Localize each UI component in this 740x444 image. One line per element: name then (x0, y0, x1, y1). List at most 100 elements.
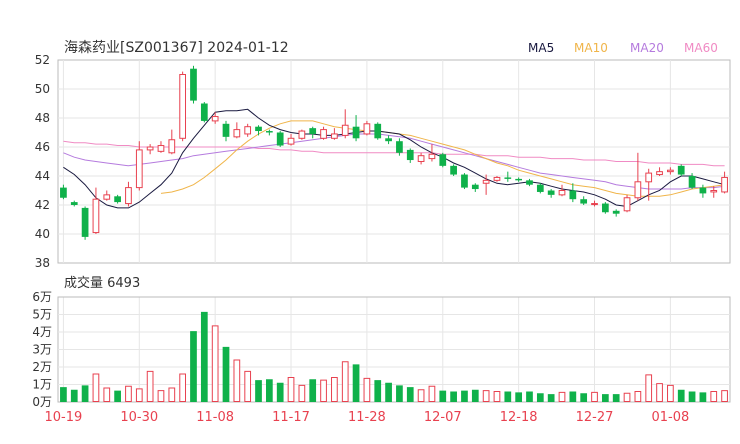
candle-body (363, 123, 371, 135)
candle-body (179, 74, 187, 139)
volume-bar (580, 393, 588, 402)
volume-bar (482, 390, 490, 402)
volume-bar (135, 388, 143, 402)
date-tick-label: 12-27 (576, 410, 614, 425)
price-tick-label: 50 (35, 82, 50, 96)
candle-body (515, 178, 523, 181)
volume-bar (168, 387, 176, 402)
volume-tick-label: 2万 (32, 360, 52, 374)
candle-body (688, 176, 696, 188)
volume-bar (699, 392, 707, 402)
volume-bar (363, 377, 371, 402)
date-tick-label: 12-07 (424, 410, 462, 425)
volume-bar (471, 389, 479, 402)
legend-ma20: MA20 (630, 41, 664, 55)
volume-bar (255, 380, 262, 402)
candle-body (721, 176, 728, 193)
volume-panel: 6万 5万 4万 3万 2万 1万 0万 (32, 290, 731, 409)
volume-bar (406, 387, 414, 402)
volume-tick-label: 3万 (32, 343, 52, 357)
candle-body (645, 172, 653, 183)
volume-bar (276, 382, 284, 402)
date-tick-label: 12-18 (500, 410, 538, 425)
candle-body (504, 177, 512, 179)
volume-bar (81, 385, 89, 402)
price-panel: 52 50 48 46 44 42 40 38 (35, 53, 731, 270)
date-axis: 10-19 10-30 11-08 11-17 11-28 12-07 12-18 12-27… (45, 410, 690, 425)
volume-bar (688, 391, 696, 402)
candle-body (200, 103, 208, 121)
candle-body (265, 131, 273, 133)
volume-tick-label: 1万 (32, 378, 52, 392)
volume-bar (591, 391, 598, 402)
candle-body (70, 202, 78, 205)
volume-bar (103, 387, 111, 402)
date-tick-label: 11-08 (196, 410, 234, 425)
volume-bar (396, 385, 403, 402)
volume-bar (244, 370, 252, 402)
volume-bar (721, 390, 728, 402)
candle-body (482, 179, 490, 184)
candle-body (287, 137, 295, 145)
volume-bar (656, 383, 663, 402)
volume-bar (569, 391, 577, 402)
candle-body (677, 165, 685, 175)
candle-body (667, 169, 674, 173)
candle-body (276, 132, 284, 146)
volume-bar (222, 346, 230, 402)
volume-bar (536, 393, 544, 402)
volume-bar (92, 373, 100, 402)
candle-body (168, 139, 176, 154)
price-tick-label: 40 (35, 227, 50, 241)
candle-body (634, 181, 642, 199)
candle-body (536, 184, 544, 192)
candle-body (222, 123, 230, 137)
date-tick-label: 11-17 (272, 410, 310, 425)
volume-bar (298, 384, 306, 402)
volume-tick-label: 0万 (32, 395, 52, 409)
volume-bar (612, 394, 620, 402)
volume-bar (60, 387, 67, 402)
date-tick-label: 10-19 (45, 410, 83, 425)
candle-body (591, 203, 598, 206)
price-tick-label: 42 (35, 198, 50, 212)
volume-tick-label: 6万 (32, 290, 52, 304)
candle-body (710, 190, 718, 193)
candle-body (601, 203, 609, 213)
volume-bar (461, 390, 468, 402)
candle-body (125, 187, 132, 205)
candle-body (92, 198, 100, 234)
volume-bar (211, 325, 219, 402)
volume-bar (634, 391, 642, 402)
volume-bar (710, 391, 718, 402)
candle-body (699, 187, 707, 194)
chart-canvas: 海森药业[SZ001367] 2024-01-12 MA5 MA10 MA20 … (32, 40, 731, 425)
legend-ma10: MA10 (574, 41, 608, 55)
volume-bar (547, 394, 555, 402)
volume-tick-label: 5万 (32, 308, 52, 322)
candle-body (309, 128, 317, 134)
volume-bar (233, 359, 241, 402)
volume-bar (515, 392, 523, 402)
candle-body (558, 190, 566, 196)
candle-body (526, 180, 533, 185)
candle-body (428, 153, 436, 160)
candle-body (146, 146, 154, 151)
chart-title: 海森药业[SZ001367] 2024-01-12 (64, 40, 289, 56)
candle-body (60, 187, 67, 198)
candle-body (612, 210, 620, 214)
candle-body (547, 190, 555, 195)
volume-tick-label: 4万 (32, 325, 52, 339)
volume-label: 成交量 6493 (64, 275, 140, 291)
candle-body (493, 176, 501, 181)
volume-bar (385, 382, 392, 402)
candle-body (461, 174, 468, 188)
volume-bar (645, 374, 653, 402)
candle-body (396, 141, 403, 153)
volume-bar (439, 390, 447, 402)
volume-bar (320, 379, 327, 402)
candle-body (450, 165, 457, 175)
volume-bar (526, 391, 533, 402)
price-tick-label: 48 (35, 111, 50, 125)
volume-bar (504, 391, 512, 402)
